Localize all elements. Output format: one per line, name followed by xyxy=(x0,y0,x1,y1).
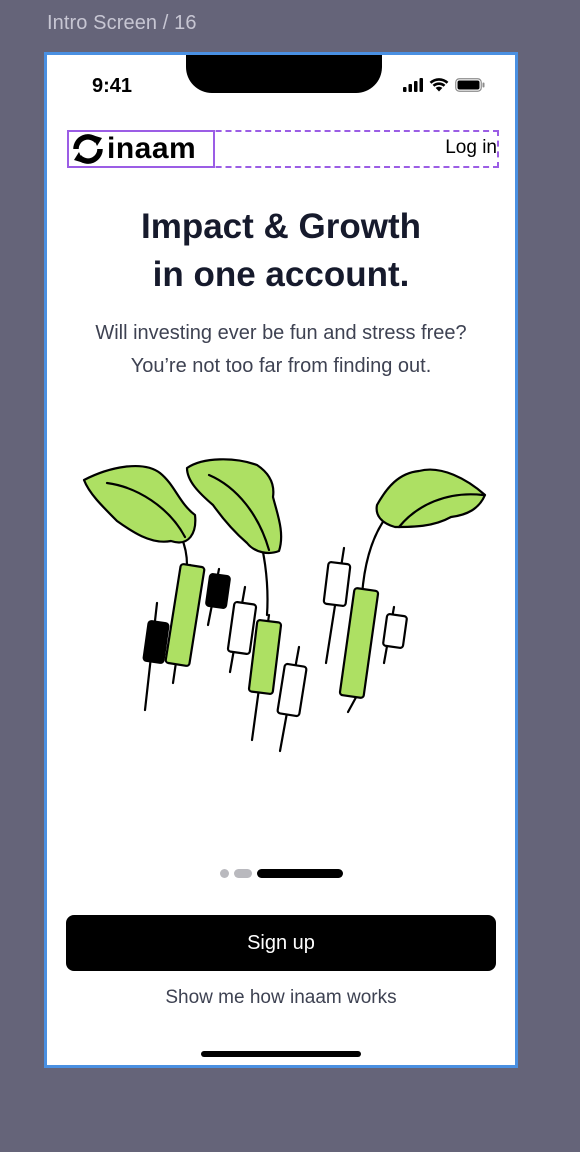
inaam-logo-icon xyxy=(73,134,103,164)
logo[interactable]: inaam xyxy=(67,130,215,168)
page-dot-1[interactable] xyxy=(220,869,229,878)
subtitle: Will investing ever be fun and stress fr… xyxy=(47,317,515,383)
home-indicator xyxy=(201,1051,361,1057)
status-bar: 9:41 xyxy=(47,55,515,115)
logo-text: inaam xyxy=(107,132,197,165)
plant-candlestick-illustration xyxy=(82,458,487,753)
pagination-indicator xyxy=(220,869,343,878)
headline-line-1: Impact & Growth xyxy=(140,207,422,246)
battery-icon xyxy=(455,77,485,92)
signup-button[interactable]: Sign up xyxy=(66,915,496,971)
status-time: 9:41 xyxy=(92,75,133,97)
page-dot-2[interactable] xyxy=(234,869,252,878)
login-link[interactable]: Log in xyxy=(445,137,497,159)
phone-frame: 9:41 inaam Log in Impact & Growth in one… xyxy=(44,52,518,1068)
how-it-works-link[interactable]: Show me how inaam works xyxy=(47,987,515,1009)
device-notch xyxy=(186,55,382,93)
subtitle-line-1: Will investing ever be fun and stress fr… xyxy=(95,322,467,344)
frame-label: Intro Screen / 16 xyxy=(47,12,197,34)
headline: Impact & Growth in one account. xyxy=(47,203,515,299)
headline-line-2: in one account. xyxy=(152,255,410,294)
wifi-icon xyxy=(429,78,449,92)
page-dot-3-active[interactable] xyxy=(257,869,343,878)
subtitle-line-2: You’re not too far from finding out. xyxy=(130,355,432,377)
cellular-signal-icon xyxy=(403,77,423,92)
status-icons xyxy=(403,77,485,92)
app-header: inaam Log in xyxy=(67,130,499,168)
